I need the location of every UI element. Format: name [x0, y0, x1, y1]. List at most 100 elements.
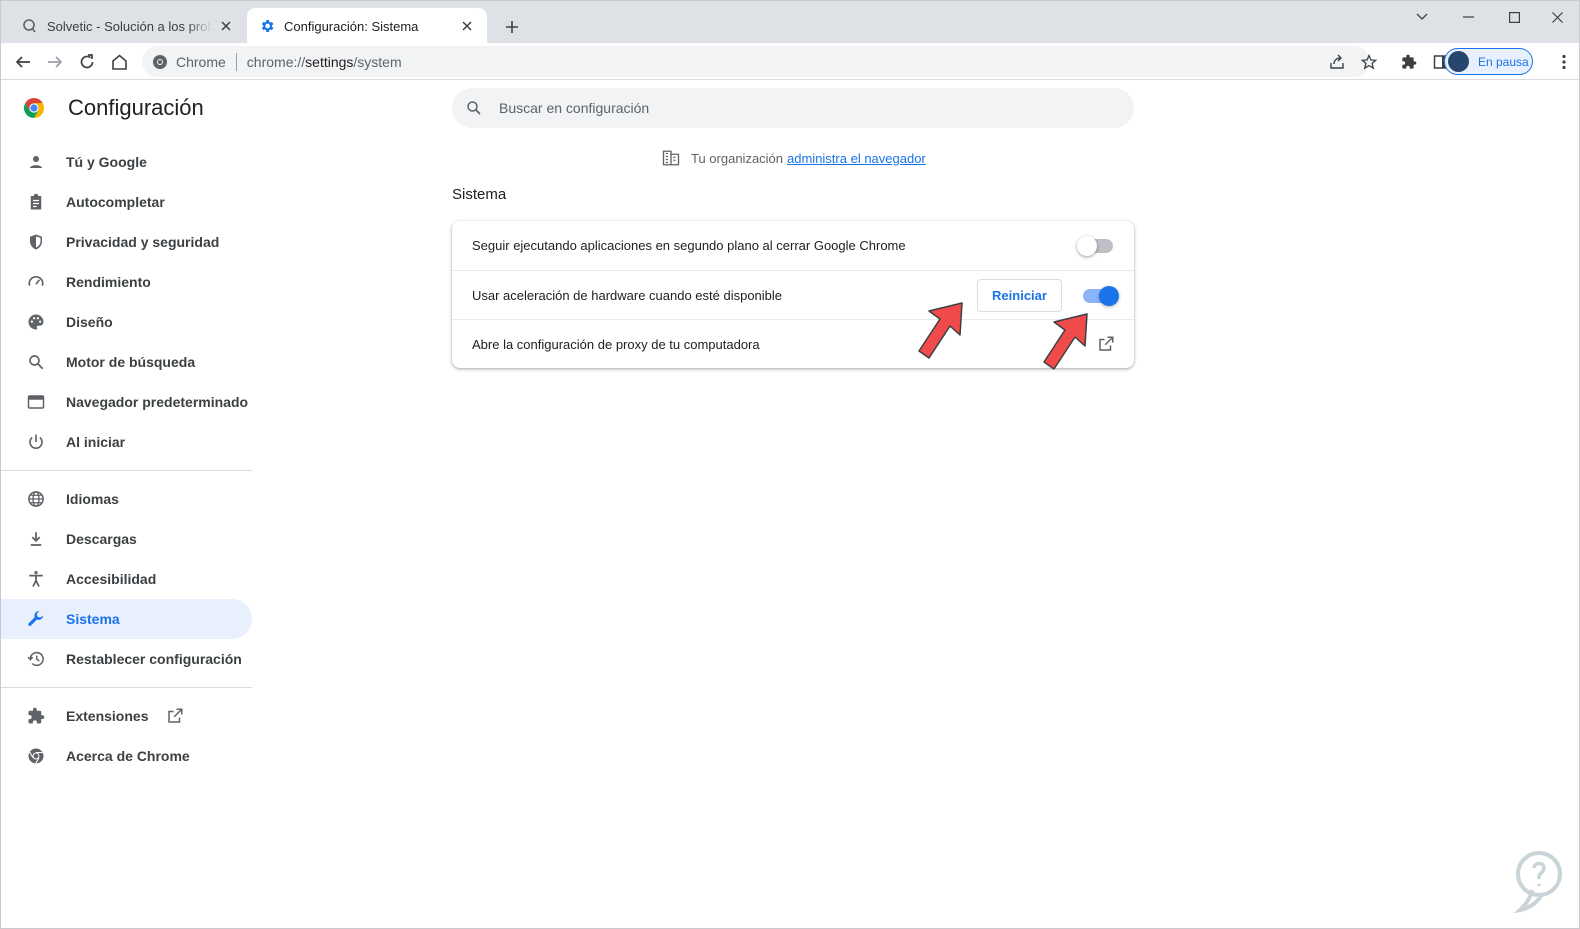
chevron-down-icon [1416, 13, 1428, 20]
tab-title: Solvetic - Solución a los problemas [47, 18, 212, 34]
home-button[interactable] [105, 48, 133, 76]
sidebar-divider [0, 687, 252, 688]
window-border [0, 0, 1, 929]
toggle-knob [1077, 236, 1097, 256]
annotation-arrow-icon [1043, 313, 1088, 370]
close-window-button[interactable] [1534, 1, 1580, 33]
tab-solvetic[interactable]: Solvetic - Solución a los problemas [10, 8, 246, 44]
open-in-new-icon [166, 707, 184, 725]
address-bar[interactable]: Chrome chrome://settings/system [142, 46, 1370, 77]
reload-button[interactable] [73, 48, 101, 76]
hardware-acceleration-row[interactable]: Usar aceleración de hardware cuando esté… [452, 270, 1134, 319]
sidebar-item-sistema[interactable]: Sistema [0, 599, 252, 639]
building-icon [662, 148, 682, 168]
sidebar-item-idiomas[interactable]: Idiomas [0, 479, 252, 519]
bookmark-button[interactable] [1355, 48, 1383, 76]
omnibox-separator [235, 52, 237, 71]
wrench-icon [26, 609, 46, 629]
close-tab-icon[interactable] [218, 18, 234, 34]
tab-configuracion[interactable]: Configuración: Sistema [247, 8, 487, 44]
sidebar-item-diseno[interactable]: Diseño [0, 302, 252, 342]
power-icon [26, 432, 46, 452]
profile-status: En pausa [1478, 54, 1529, 69]
extensions-button[interactable] [1395, 48, 1423, 76]
sidebar-item-restablecer[interactable]: Restablecer configuración [0, 639, 252, 679]
proxy-settings-label: Abre la configuración de proxy de tu com… [472, 336, 760, 352]
history-icon [26, 649, 46, 669]
background-apps-label: Seguir ejecutando aplicaciones en segund… [472, 238, 906, 253]
chrome-logo-icon [24, 98, 44, 118]
sidebar-item-tu-y-google[interactable]: Tú y Google [0, 142, 252, 182]
arrow-right-icon [48, 56, 63, 68]
arrow-left-icon [15, 56, 30, 68]
star-icon [1361, 54, 1377, 70]
settings-search-input[interactable]: Buscar en configuración [452, 88, 1134, 128]
forward-button[interactable] [41, 48, 69, 76]
speedometer-icon [26, 272, 46, 292]
home-icon [111, 54, 127, 70]
background-apps-row[interactable]: Seguir ejecutando aplicaciones en segund… [452, 221, 1134, 270]
window-menu-button[interactable] [1399, 1, 1445, 33]
tab-strip: Solvetic - Solución a los problemas Conf… [0, 0, 1580, 44]
gear-icon [259, 18, 275, 34]
menu-button[interactable] [1550, 48, 1578, 76]
new-tab-button[interactable] [500, 15, 524, 39]
sidebar-item-extensiones[interactable]: Extensiones [0, 696, 252, 736]
open-in-new-icon[interactable] [1096, 334, 1116, 354]
solvetic-watermark-icon [1513, 851, 1562, 914]
url-text: chrome://settings/system [246, 53, 402, 70]
close-tab-icon[interactable] [459, 18, 475, 34]
sidebar-divider [0, 470, 252, 471]
hardware-acceleration-label: Usar aceleración de hardware cuando esté… [472, 287, 783, 303]
sidebar-item-descargas[interactable]: Descargas [0, 519, 252, 559]
sidebar-item-accesibilidad[interactable]: Accesibilidad [0, 559, 252, 599]
sidebar-item-motor-busqueda[interactable]: Motor de búsqueda [0, 342, 252, 382]
sidebar-item-al-iniciar[interactable]: Al iniciar [0, 422, 252, 462]
back-button[interactable] [9, 48, 37, 76]
puzzle-icon [1402, 54, 1417, 69]
search-placeholder: Buscar en configuración [499, 100, 650, 116]
managed-link[interactable]: administra el navegador [787, 151, 926, 166]
site-chip: Chrome [176, 53, 226, 70]
download-icon [26, 529, 46, 549]
restart-button[interactable]: Reiniciar [977, 279, 1062, 312]
hardware-acceleration-toggle[interactable] [1083, 286, 1119, 306]
managed-notice: Tu organización administra el navegador [662, 148, 926, 168]
share-icon [1330, 54, 1344, 69]
reload-icon [80, 54, 94, 69]
share-button[interactable] [1323, 48, 1351, 76]
sidebar-item-navegador-predeterminado[interactable]: Navegador predeterminado [0, 382, 252, 422]
puzzle-icon [26, 706, 46, 726]
profile-button[interactable]: En pausa [1444, 48, 1533, 75]
page-title: Configuración [68, 95, 204, 120]
sidebar-item-acerca-de-chrome[interactable]: Acerca de Chrome [0, 736, 252, 776]
background-apps-toggle[interactable] [1077, 236, 1113, 256]
shield-icon [26, 232, 46, 252]
settings-sidebar: Tú y Google Autocompletar Privacidad y s… [0, 142, 252, 776]
sidebar-item-rendimiento[interactable]: Rendimiento [0, 262, 252, 302]
managed-prefix: Tu organización [691, 150, 784, 166]
annotation-arrow-icon [918, 302, 963, 359]
avatar [1448, 51, 1469, 72]
solvetic-favicon-icon [22, 18, 38, 34]
accessibility-icon [26, 569, 46, 589]
search-icon [465, 98, 485, 118]
more-vert-icon [1562, 54, 1566, 70]
maximize-button[interactable] [1491, 1, 1537, 33]
chrome-icon [26, 746, 46, 766]
globe-icon [26, 489, 46, 509]
palette-icon [26, 312, 46, 332]
plus-icon [506, 21, 518, 33]
section-title: Sistema [452, 186, 507, 203]
system-settings-card: Seguir ejecutando aplicaciones en segund… [452, 221, 1134, 368]
clipboard-icon [26, 192, 46, 212]
tab-title: Configuración: Sistema [284, 18, 419, 34]
proxy-settings-row[interactable]: Abre la configuración de proxy de tu com… [452, 319, 1134, 368]
sidebar-item-autocompletar[interactable]: Autocompletar [0, 182, 252, 222]
close-icon [1551, 11, 1563, 23]
minimize-icon [1462, 16, 1474, 18]
sidebar-item-privacidad[interactable]: Privacidad y seguridad [0, 222, 252, 262]
person-icon [26, 152, 46, 172]
minimize-button[interactable] [1445, 1, 1491, 33]
search-icon [26, 352, 46, 372]
